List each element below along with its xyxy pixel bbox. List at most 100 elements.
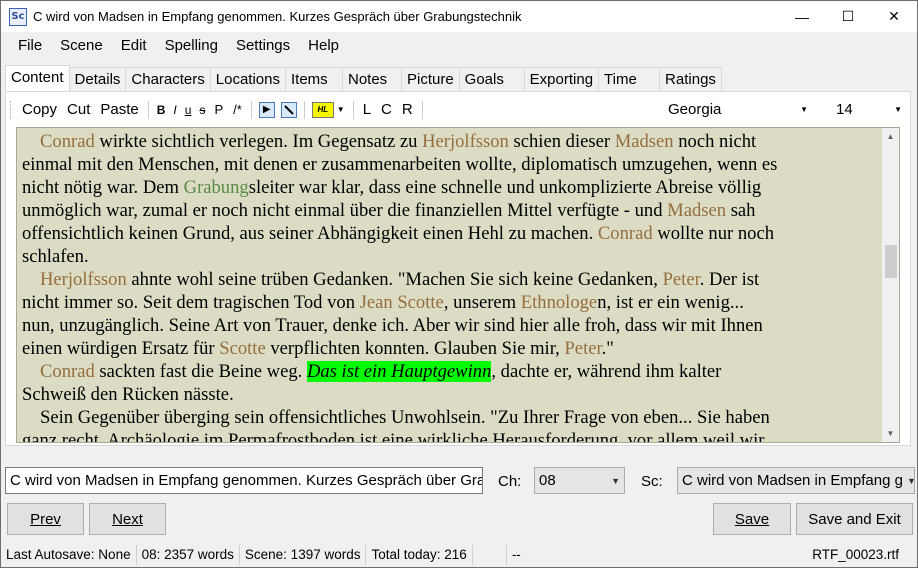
chapter-select[interactable]: 08 ▼ [534, 467, 625, 494]
next-button[interactable]: Next [89, 503, 166, 535]
text-run: Sein Gegenüber überging sein offensichtl… [40, 407, 770, 428]
highlight-icon[interactable]: HL [311, 101, 334, 118]
font-size-select[interactable]: 14 ▼ [832, 98, 908, 120]
text-run: nicht immer so. Seit dem tragischen Tod … [22, 292, 360, 313]
play-icon[interactable]: ▶ [258, 101, 275, 118]
menu-help[interactable]: Help [299, 34, 348, 58]
glossary-term[interactable]: Grabung [184, 177, 249, 198]
tab-characters[interactable]: Characters [125, 67, 211, 91]
status-spacer [473, 545, 507, 565]
text-run: sah [726, 200, 756, 221]
tab-items[interactable]: Items [284, 67, 343, 91]
character-name[interactable]: Conrad [40, 131, 95, 152]
scroll-down-icon[interactable]: ▼ [882, 425, 899, 442]
text-run: wirkte sichtlich verlegen. Im Gegensatz … [94, 131, 423, 152]
chapter-label: Ch: [498, 473, 522, 490]
chevron-down-icon[interactable]: ▼ [337, 105, 345, 114]
copy-button[interactable]: Copy [17, 99, 62, 121]
character-name[interactable]: Madsen [615, 131, 674, 152]
font-select[interactable]: Georgia ▼ [664, 98, 814, 120]
strikethrough-button[interactable]: s [195, 99, 209, 121]
editor-content[interactable]: Conrad wirkte sichtlich verlegen. Im Geg… [17, 128, 889, 442]
editor-line[interactable]: Conrad sackten fast die Beine weg. Das i… [22, 360, 889, 383]
paragraph-button[interactable]: P [209, 99, 228, 121]
toolbar-grip[interactable] [10, 100, 13, 119]
tab-exporting[interactable]: Exporting [523, 67, 600, 91]
tab-picture[interactable]: Picture [400, 67, 460, 91]
cut-button[interactable]: Cut [62, 99, 95, 121]
align-right-button[interactable]: R [397, 99, 418, 121]
character-name[interactable]: Herjolfsson [422, 131, 509, 152]
text-run: nun, unzugänglich. Seine Art von Trauer,… [22, 315, 763, 336]
italic-button[interactable]: I [169, 99, 180, 121]
editor-line[interactable]: Herjolfsson ahnte wohl seine trüben Geda… [22, 268, 889, 291]
character-name[interactable]: Peter [564, 338, 601, 359]
scene-title-input[interactable]: C wird von Madsen in Empfang genommen. K… [5, 467, 483, 494]
tab-notes[interactable]: Notes [341, 67, 402, 91]
editor-line[interactable]: Schweiß den Rücken nässte. [22, 383, 889, 406]
underline-button[interactable]: u [181, 99, 196, 121]
text-editor[interactable]: Conrad wirkte sichtlich verlegen. Im Geg… [16, 127, 900, 443]
character-name[interactable]: Herjolfsson [40, 269, 127, 290]
vertical-scrollbar[interactable]: ▲ ▼ [882, 128, 899, 442]
scroll-up-icon[interactable]: ▲ [882, 128, 899, 145]
character-name[interactable]: Conrad [40, 361, 95, 382]
bold-button[interactable]: B [153, 99, 170, 121]
editor-line[interactable]: nun, unzugänglich. Seine Art von Trauer,… [22, 314, 889, 337]
character-name[interactable]: Madsen [667, 200, 726, 221]
menu-bar: File Scene Edit Spelling Settings Help [1, 34, 348, 58]
prev-button[interactable]: Prev [7, 503, 84, 535]
editor-line[interactable]: Conrad wirkte sichtlich verlegen. Im Geg… [22, 130, 889, 153]
tab-details[interactable]: Details [68, 67, 127, 91]
text-run: wollte nur noch [652, 223, 774, 244]
tab-content[interactable]: Content [5, 65, 70, 91]
character-name[interactable]: Ethnologe [521, 292, 597, 313]
tab-time[interactable]: Time [598, 67, 661, 91]
close-icon[interactable]: ✕ [871, 1, 917, 32]
menu-file[interactable]: File [9, 34, 51, 58]
magic-wand-icon[interactable] [280, 101, 297, 118]
tab-goals[interactable]: Goals [458, 67, 525, 91]
highlighted-text[interactable]: Das ist ein Hauptgewinn [306, 361, 492, 382]
tab-strip: Content Details Characters Locations Ite… [5, 65, 722, 91]
editor-line[interactable]: schlafen. [22, 245, 889, 268]
text-run: . Der ist [699, 269, 760, 290]
align-center-button[interactable]: C [376, 99, 397, 121]
chevron-down-icon: ▼ [800, 104, 808, 114]
character-name[interactable]: Conrad [598, 223, 653, 244]
editor-line[interactable]: nicht immer so. Seit dem tragischen Tod … [22, 291, 889, 314]
save-and-exit-button[interactable]: Save and Exit [796, 503, 913, 535]
font-size-value: 14 [836, 100, 853, 118]
character-name[interactable]: Peter [663, 269, 700, 290]
editor-line[interactable]: unmöglich war, zumal er noch nicht einma… [22, 199, 889, 222]
text-run: nicht nötig war. Dem [22, 177, 184, 198]
tab-ratings[interactable]: Ratings [659, 67, 722, 91]
character-name[interactable]: Jean Scotte [360, 292, 444, 313]
editor-line[interactable]: offensichtlich keinen Grund, aus seiner … [22, 222, 889, 245]
minimize-icon[interactable]: — [779, 1, 825, 32]
menu-spelling[interactable]: Spelling [156, 34, 227, 58]
editor-line[interactable]: einen würdigen Ersatz für Scotte verpfli… [22, 337, 889, 360]
chapter-value: 08 [539, 472, 556, 489]
text-run: unmöglich war, zumal er noch nicht einma… [22, 200, 668, 221]
toolbar-separator [147, 100, 149, 119]
window-title: C wird von Madsen in Empfang genommen. K… [33, 9, 522, 24]
tab-locations[interactable]: Locations [209, 67, 286, 91]
menu-scene[interactable]: Scene [51, 34, 112, 58]
comment-button[interactable]: /* [228, 99, 247, 121]
menu-settings[interactable]: Settings [227, 34, 299, 58]
editor-line[interactable]: nicht nötig war. Dem Grabungsleiter war … [22, 176, 889, 199]
editor-line[interactable]: Sein Gegenüber überging sein offensichtl… [22, 406, 889, 429]
maximize-icon[interactable]: ☐ [825, 1, 871, 32]
menu-edit[interactable]: Edit [112, 34, 156, 58]
save-button[interactable]: Save [713, 503, 791, 535]
character-name[interactable]: Scotte [219, 338, 265, 359]
paste-button[interactable]: Paste [95, 99, 143, 121]
save-label: Save [734, 510, 770, 528]
scene-select[interactable]: C wird von Madsen in Empfang g ▼ [677, 467, 915, 494]
editor-line[interactable]: ganz recht. Archäologie im Permafrostbod… [22, 429, 889, 442]
editor-line[interactable]: einmal mit den Menschen, mit denen er zu… [22, 153, 889, 176]
text-run: , unserem [443, 292, 521, 313]
scroll-thumb[interactable] [885, 245, 897, 278]
align-left-button[interactable]: L [358, 99, 376, 121]
